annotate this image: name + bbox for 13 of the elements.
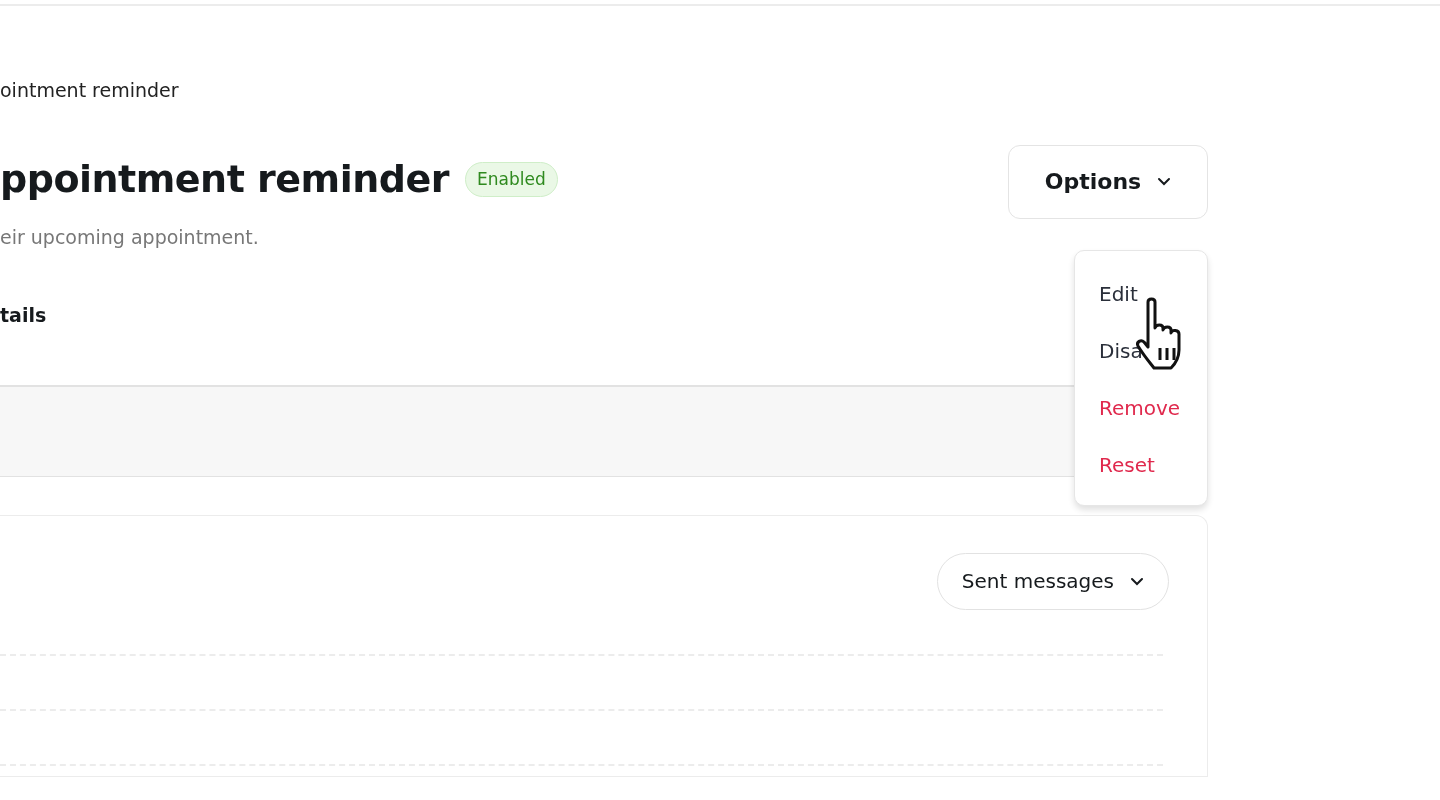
- menu-item[interactable]: Disa: [1075, 322, 1143, 379]
- chevron-down-icon: [1157, 177, 1172, 186]
- status-tag: Enabled: [464, 161, 558, 198]
- description: eir upcoming appointment.: [0, 224, 260, 250]
- options-button[interactable]: Options: [1008, 144, 1208, 219]
- chevron-down-icon: [1130, 576, 1144, 586]
- section-heading: tails: [0, 303, 47, 328]
- metric-dropdown[interactable]: Sent messages: [936, 552, 1169, 610]
- page-title: ppointment reminder: [0, 156, 449, 203]
- menu-item[interactable]: Edit: [1075, 265, 1138, 322]
- breadcrumb[interactable]: ointment reminder: [0, 76, 179, 105]
- menu-item[interactable]: Reset: [1075, 436, 1155, 493]
- menu-item[interactable]: Remove: [1075, 379, 1181, 436]
